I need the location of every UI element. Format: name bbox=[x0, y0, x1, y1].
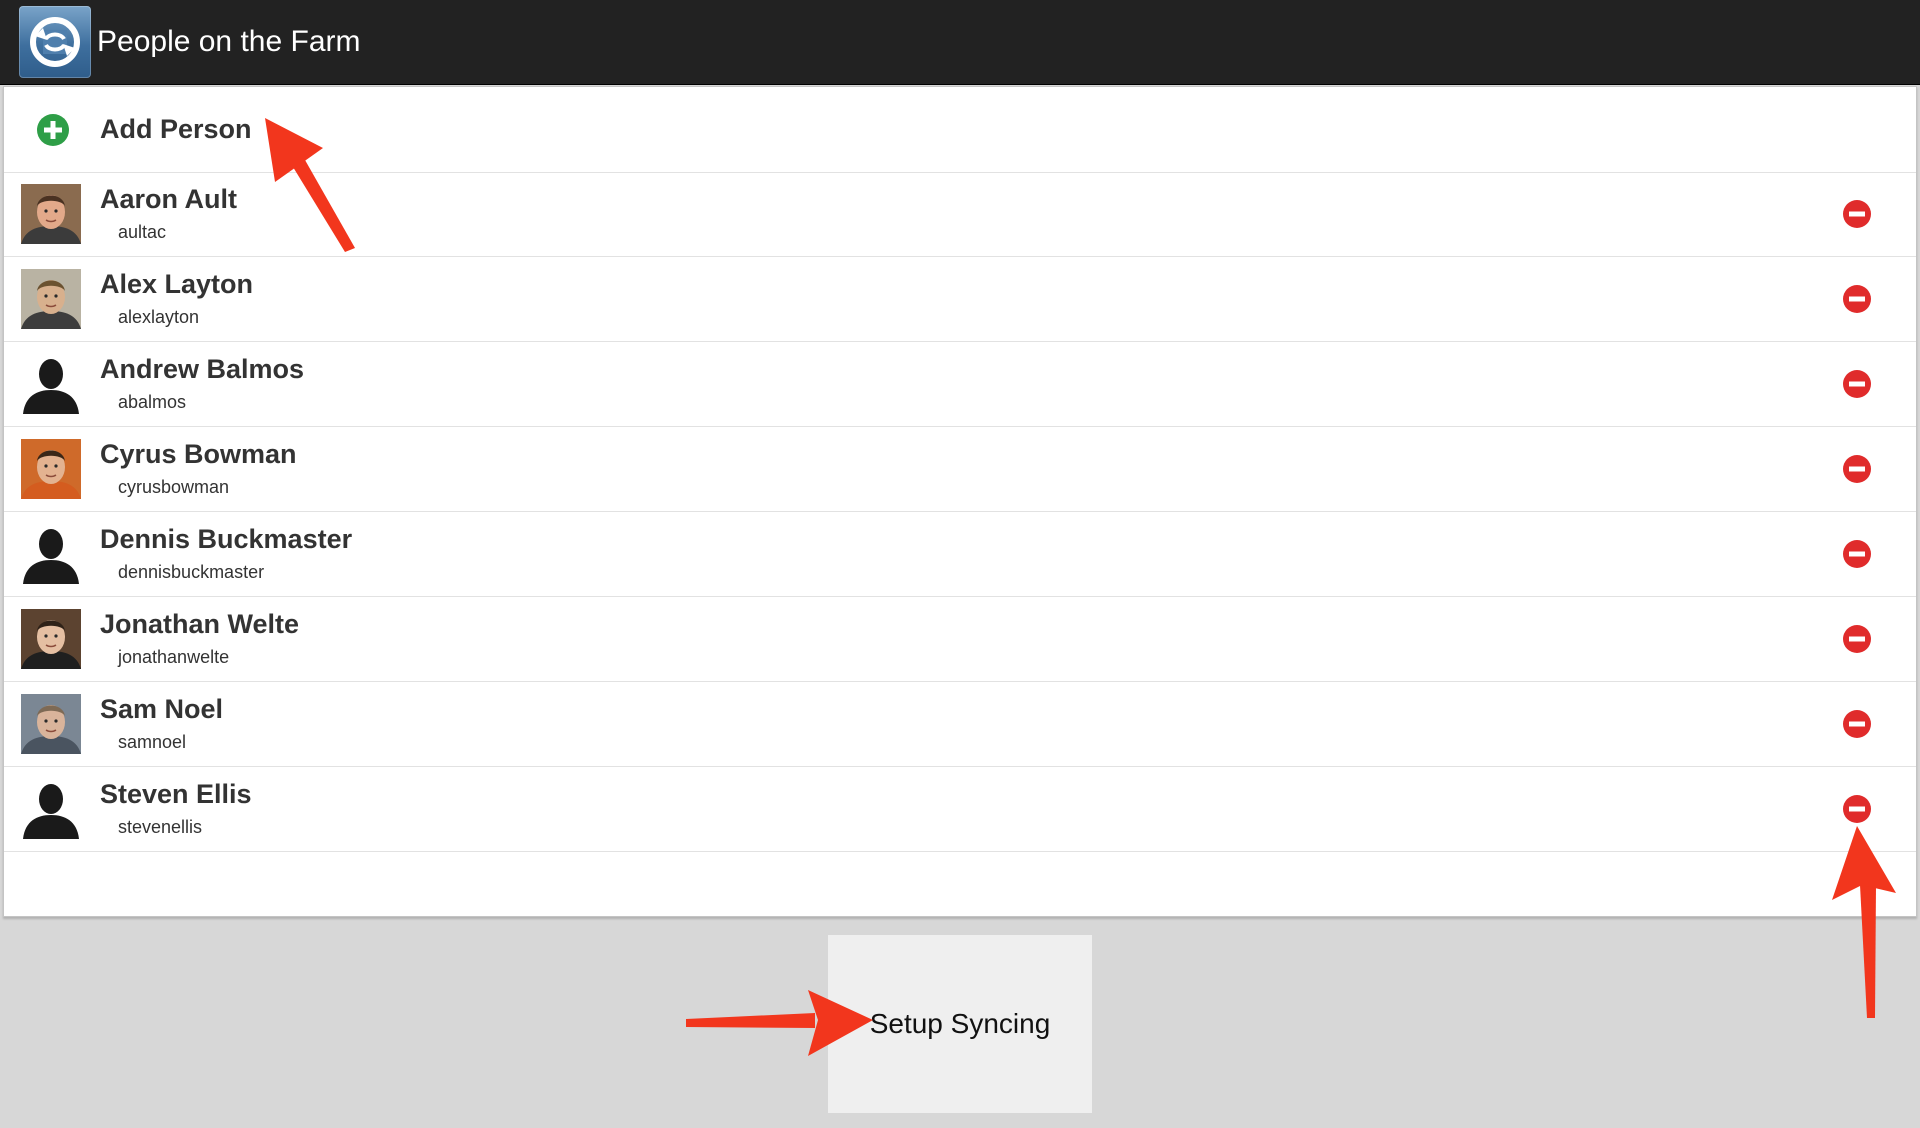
person-username: cyrusbowman bbox=[118, 477, 230, 497]
person-username: abalmos bbox=[118, 392, 187, 412]
action-bar: People on the Farm bbox=[0, 0, 1920, 85]
remove-circle-icon[interactable] bbox=[1842, 199, 1872, 229]
avatar bbox=[21, 269, 81, 329]
person-row[interactable]: Steven Ellis stevenellis bbox=[4, 767, 1916, 852]
person-name: Steven Ellis bbox=[100, 779, 252, 809]
person-name: Cyrus Bowman bbox=[100, 439, 297, 469]
remove-circle-icon[interactable] bbox=[1842, 454, 1872, 484]
avatar bbox=[21, 184, 81, 244]
person-username: stevenellis bbox=[118, 817, 203, 837]
person-username: jonathanwelte bbox=[118, 647, 230, 667]
avatar bbox=[21, 439, 81, 499]
person-name: Dennis Buckmaster bbox=[100, 524, 353, 554]
person-name: Aaron Ault bbox=[100, 184, 237, 214]
person-username: samnoel bbox=[118, 732, 187, 752]
person-name: Sam Noel bbox=[100, 694, 224, 724]
person-name: Jonathan Welte bbox=[100, 609, 300, 639]
person-row[interactable]: Alex Layton alexlayton bbox=[4, 257, 1916, 342]
default-avatar-icon bbox=[21, 354, 81, 414]
person-name: Andrew Balmos bbox=[100, 354, 305, 384]
person-name: Alex Layton bbox=[100, 269, 254, 299]
people-list: Add Person Aaron Ault aultac Alex Layton al… bbox=[3, 86, 1917, 917]
person-row[interactable]: Dennis Buckmaster dennisbuckmaster bbox=[4, 512, 1916, 597]
remove-circle-icon[interactable] bbox=[1842, 369, 1872, 399]
person-username: dennisbuckmaster bbox=[118, 562, 265, 582]
person-username: alexlayton bbox=[118, 307, 200, 327]
remove-circle-icon[interactable] bbox=[1842, 624, 1872, 654]
person-row[interactable]: Jonathan Welte jonathanwelte bbox=[4, 597, 1916, 682]
page-title: People on the Farm bbox=[97, 25, 361, 58]
people-rows: Aaron Ault aultac Alex Layton alexlayton And… bbox=[4, 172, 1916, 852]
person-row[interactable]: Aaron Ault aultac bbox=[4, 172, 1916, 257]
remove-circle-icon[interactable] bbox=[1842, 539, 1872, 569]
person-row[interactable]: Andrew Balmos abalmos bbox=[4, 342, 1916, 427]
remove-circle-icon[interactable] bbox=[1842, 794, 1872, 824]
add-circle-icon bbox=[37, 114, 69, 146]
remove-circle-icon[interactable] bbox=[1842, 284, 1872, 314]
default-avatar-icon bbox=[21, 779, 81, 839]
person-row[interactable]: Cyrus Bowman cyrusbowman bbox=[4, 427, 1916, 512]
avatar bbox=[21, 609, 81, 669]
person-row[interactable]: Sam Noel samnoel bbox=[4, 682, 1916, 767]
person-username: aultac bbox=[118, 222, 167, 242]
sync-app-icon[interactable] bbox=[19, 6, 91, 78]
add-person-label: Add Person bbox=[100, 114, 252, 144]
setup-syncing-button[interactable]: Setup Syncing bbox=[828, 935, 1092, 1113]
add-person-row[interactable]: Add Person bbox=[4, 87, 1916, 173]
avatar bbox=[21, 694, 81, 754]
default-avatar-icon bbox=[21, 524, 81, 584]
remove-circle-icon[interactable] bbox=[1842, 709, 1872, 739]
